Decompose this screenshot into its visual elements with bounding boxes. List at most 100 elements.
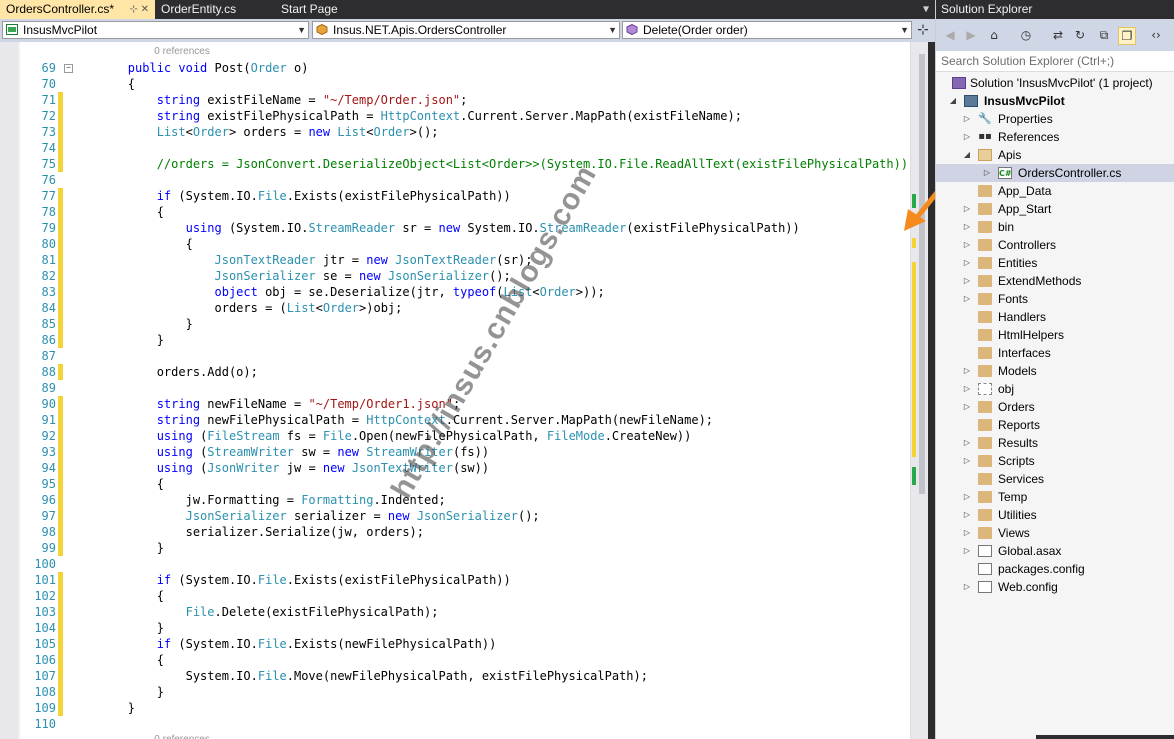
tab-start-page[interactable]: Start Page bbox=[275, 0, 375, 19]
tree-item[interactable]: ▷ ExtendMethods bbox=[936, 272, 1174, 290]
tree-item[interactable]: ▷ Entities bbox=[936, 254, 1174, 272]
code-line[interactable]: 97 JsonSerializer serializer = new JsonS… bbox=[20, 508, 910, 524]
tree-item[interactable]: Solution 'InsusMvcPilot' (1 project) bbox=[936, 74, 1174, 92]
code-line[interactable]: 69− public void Post(Order o) bbox=[20, 60, 910, 76]
code-line[interactable]: 72 string existFilePhysicalPath = HttpCo… bbox=[20, 108, 910, 124]
tree-item[interactable]: ◢ Apis bbox=[936, 146, 1174, 164]
code-line[interactable]: 84 orders = (List<Order>)obj; bbox=[20, 300, 910, 316]
code-line[interactable]: 108 } bbox=[20, 684, 910, 700]
expand-arrow-icon[interactable]: ▷ bbox=[962, 110, 972, 128]
code-line[interactable]: 89 bbox=[20, 380, 910, 396]
tab-orderentity[interactable]: OrderEntity.cs bbox=[155, 0, 275, 19]
code-line[interactable]: 78 { bbox=[20, 204, 910, 220]
search-solution-explorer-input[interactable]: Search Solution Explorer (Ctrl+;) bbox=[936, 51, 1174, 72]
code-line[interactable]: 101 if (System.IO.File.Exists(existFileP… bbox=[20, 572, 910, 588]
code-line[interactable]: 109 } bbox=[20, 700, 910, 716]
code-line[interactable]: 93 using (StreamWriter sw = new StreamWr… bbox=[20, 444, 910, 460]
code-editor[interactable]: 0 references 69− public void Post(Order o… bbox=[0, 42, 935, 739]
tree-item[interactable]: ▷ Orders bbox=[936, 398, 1174, 416]
code-line[interactable]: 86 } bbox=[20, 332, 910, 348]
code-line[interactable]: 81 JsonTextReader jtr = new JsonTextRead… bbox=[20, 252, 910, 268]
code-line[interactable]: 79 using (System.IO.StreamReader sr = ne… bbox=[20, 220, 910, 236]
expand-arrow-icon[interactable]: ▷ bbox=[962, 128, 972, 146]
code-line[interactable]: 76 bbox=[20, 172, 910, 188]
tree-item[interactable]: App_Data bbox=[936, 182, 1174, 200]
tab-list-dropdown-icon[interactable]: ▼ bbox=[923, 0, 929, 19]
code-line[interactable]: 103 File.Delete(existFilePhysicalPath); bbox=[20, 604, 910, 620]
expand-arrow-icon[interactable]: ▷ bbox=[962, 398, 972, 416]
tab-pin-close-icons[interactable]: ⊹ ✕ bbox=[129, 0, 149, 19]
codelens-text[interactable]: 0 references bbox=[132, 44, 210, 60]
class-dropdown[interactable]: Insus.NET.Apis.OrdersController ▼ bbox=[312, 21, 620, 39]
tree-item[interactable]: Reports bbox=[936, 416, 1174, 434]
code-lines[interactable]: 0 references 69− public void Post(Order o… bbox=[20, 44, 915, 739]
code-line[interactable]: 95 { bbox=[20, 476, 910, 492]
code-line[interactable]: 106 { bbox=[20, 652, 910, 668]
home-icon[interactable]: ⌂ bbox=[986, 27, 1002, 43]
code-line[interactable]: 99 } bbox=[20, 540, 910, 556]
tree-item[interactable]: Handlers bbox=[936, 308, 1174, 326]
refresh-icon[interactable]: ↻ bbox=[1072, 27, 1088, 43]
forward-icon[interactable]: ▶ bbox=[963, 27, 979, 43]
history-icon[interactable]: ◷ bbox=[1018, 27, 1034, 43]
code-line[interactable]: 73 List<Order> orders = new List<Order>(… bbox=[20, 124, 910, 140]
tree-item[interactable]: packages.config bbox=[936, 560, 1174, 578]
tree-item[interactable]: ▷ Global.asax bbox=[936, 542, 1174, 560]
tree-item[interactable]: ▷ ▪▪ References bbox=[936, 128, 1174, 146]
scrollbar-thumb[interactable] bbox=[919, 54, 925, 494]
expand-arrow-icon[interactable]: ▷ bbox=[962, 272, 972, 290]
code-line[interactable]: 87 bbox=[20, 348, 910, 364]
code-line[interactable]: 107 System.IO.File.Move(newFilePhysicalP… bbox=[20, 668, 910, 684]
code-line[interactable]: 91 string newFilePhysicalPath = HttpCont… bbox=[20, 412, 910, 428]
code-line[interactable]: 98 serializer.Serialize(jw, orders); bbox=[20, 524, 910, 540]
expand-arrow-icon[interactable]: ▷ bbox=[962, 200, 972, 218]
collapse-icon[interactable]: ⧉ bbox=[1096, 27, 1112, 43]
code-line[interactable]: 77 if (System.IO.File.Exists(existFilePh… bbox=[20, 188, 910, 204]
codelens-text[interactable]: 0 references bbox=[132, 732, 210, 739]
code-line[interactable]: 71 string existFileName = "~/Temp/Order.… bbox=[20, 92, 910, 108]
member-dropdown[interactable]: Delete(Order order) ▼ bbox=[622, 21, 912, 39]
sync-icon[interactable]: ⇄ bbox=[1050, 27, 1066, 43]
code-line[interactable]: 102 { bbox=[20, 588, 910, 604]
code-line[interactable]: 96 jw.Formatting = Formatting.Indented; bbox=[20, 492, 910, 508]
expand-arrow-icon[interactable]: ▷ bbox=[962, 488, 972, 506]
code-line[interactable]: 100 bbox=[20, 556, 910, 572]
references-codelens[interactable]: 0 references bbox=[20, 732, 910, 739]
tree-item[interactable]: ▷ Temp bbox=[936, 488, 1174, 506]
code-line[interactable]: 94 using (JsonWriter jw = new JsonTextWr… bbox=[20, 460, 910, 476]
collapse-arrow-icon[interactable]: ◢ bbox=[962, 146, 972, 164]
tree-item[interactable]: ▷ Models bbox=[936, 362, 1174, 380]
tree-item[interactable]: ▷ 🔧 Properties bbox=[936, 110, 1174, 128]
expand-arrow-icon[interactable]: ▷ bbox=[962, 506, 972, 524]
code-line[interactable]: 92 using (FileStream fs = File.Open(newF… bbox=[20, 428, 910, 444]
tab-orderscontroller[interactable]: OrdersController.cs* ⊹ ✕ bbox=[0, 0, 155, 19]
code-line[interactable]: 110 bbox=[20, 716, 910, 732]
tree-item[interactable]: ◢ InsusMvcPilot bbox=[936, 92, 1174, 110]
tree-item[interactable]: ▷ Results bbox=[936, 434, 1174, 452]
tree-item[interactable]: ▷ obj bbox=[936, 380, 1174, 398]
code-line[interactable]: 105 if (System.IO.File.Exists(newFilePhy… bbox=[20, 636, 910, 652]
back-icon[interactable]: ◀ bbox=[942, 27, 958, 43]
code-view-icon[interactable]: ‹› bbox=[1148, 27, 1164, 43]
code-line[interactable]: 104 } bbox=[20, 620, 910, 636]
code-line[interactable]: 85 } bbox=[20, 316, 910, 332]
tree-item[interactable]: ▷ Fonts bbox=[936, 290, 1174, 308]
expand-arrow-icon[interactable]: ▷ bbox=[962, 578, 972, 596]
code-line[interactable]: 83 object obj = se.Deserialize(jtr, type… bbox=[20, 284, 910, 300]
panel-divider[interactable] bbox=[928, 42, 935, 739]
code-line[interactable]: 88 orders.Add(o); bbox=[20, 364, 910, 380]
breakpoint-margin[interactable] bbox=[0, 42, 18, 739]
expand-arrow-icon[interactable]: ▷ bbox=[962, 524, 972, 542]
split-window-icon[interactable]: ⊹ bbox=[915, 21, 931, 39]
tree-item[interactable]: ▷ Web.config bbox=[936, 578, 1174, 596]
expand-arrow-icon[interactable]: ▷ bbox=[962, 362, 972, 380]
expand-arrow-icon[interactable]: ▷ bbox=[962, 380, 972, 398]
expand-arrow-icon[interactable]: ▷ bbox=[962, 452, 972, 470]
references-codelens[interactable]: 0 references bbox=[20, 44, 910, 60]
show-all-files-icon[interactable]: ❐ bbox=[1118, 27, 1136, 45]
tree-item[interactable]: ▷ Controllers bbox=[936, 236, 1174, 254]
tree-item[interactable]: HtmlHelpers bbox=[936, 326, 1174, 344]
expand-arrow-icon[interactable]: ▷ bbox=[962, 236, 972, 254]
tree-item[interactable]: ▷ App_Start bbox=[936, 200, 1174, 218]
expand-arrow-icon[interactable]: ▷ bbox=[962, 434, 972, 452]
